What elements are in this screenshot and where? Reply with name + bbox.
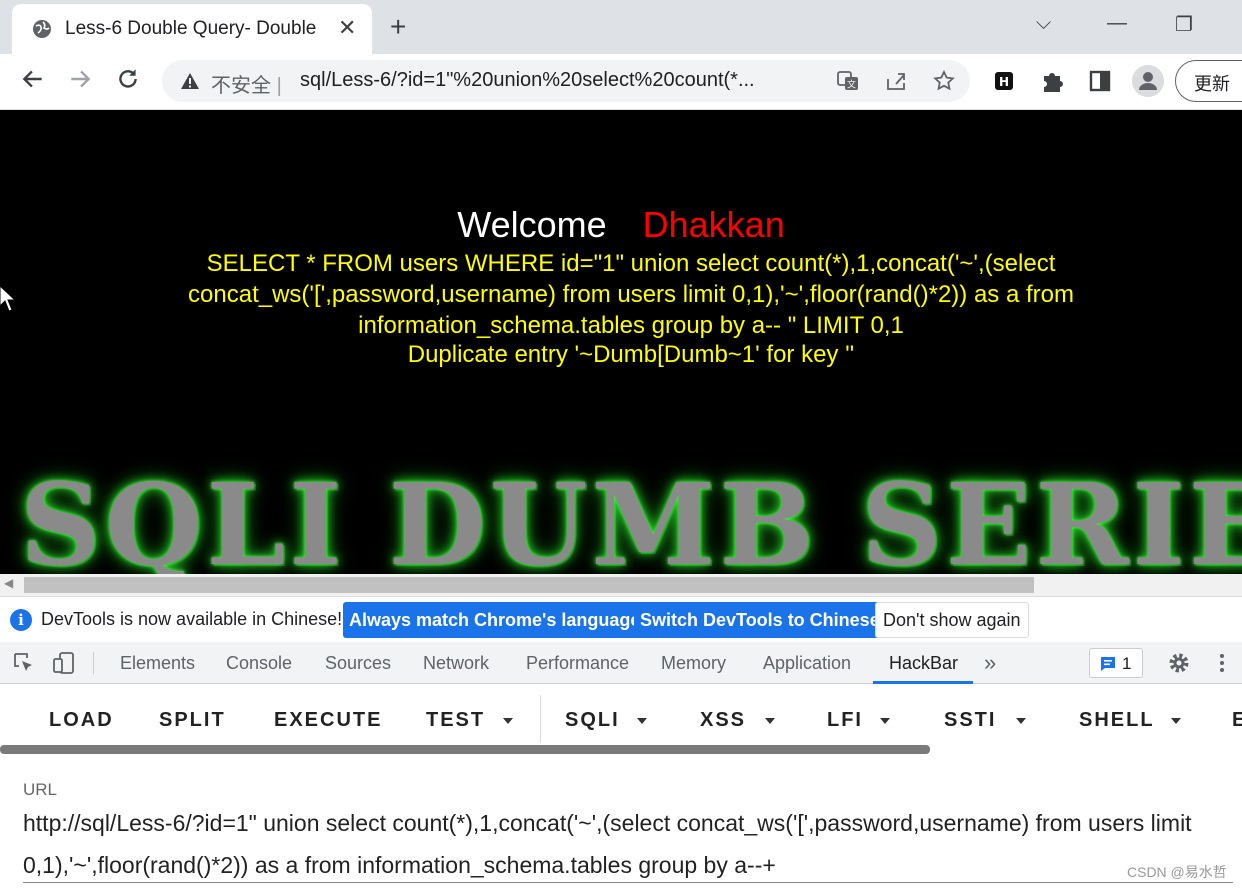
url-textarea[interactable]: http://sql/Less-6/?id=1" union select co… <box>23 802 1223 886</box>
devtools-language-infobar: i DevTools is now available in Chinese! … <box>0 596 1242 642</box>
scrollbar-thumb[interactable] <box>24 577 1034 593</box>
reload-icon[interactable] <box>115 66 141 92</box>
security-label-text: 不安全 <box>211 75 271 97</box>
switch-to-chinese-button[interactable]: Switch DevTools to Chinese <box>634 602 886 638</box>
toolbar-divider <box>540 695 541 743</box>
always-match-language-button[interactable]: Always match Chrome's language <box>343 602 647 638</box>
side-panel-icon[interactable] <box>1086 67 1114 95</box>
translate-icon[interactable]: 文 <box>836 69 860 93</box>
lfi-dropdown[interactable]: LFI <box>827 709 863 732</box>
forward-icon[interactable] <box>67 66 93 92</box>
new-tab-button[interactable]: + <box>390 12 406 42</box>
toolbar-divider <box>93 652 94 674</box>
kebab-menu-icon[interactable] <box>1210 651 1234 675</box>
url-field-underline <box>23 882 1233 883</box>
hackbar-url-panel: URL http://sql/Less-6/?id=1" union selec… <box>0 754 1242 889</box>
welcome-heading: Welcome Dhakkan <box>0 204 1242 246</box>
browser-toolbar: 不安全 | sql/Less-6/?id=1"%20union%20select… <box>0 54 1242 110</box>
browser-tab[interactable]: Less-6 Double Query- Double ✕ <box>12 4 372 54</box>
csdn-watermark: CSDN @易水哲 <box>1127 864 1227 880</box>
sqli-dropdown[interactable]: SQLI <box>565 709 620 732</box>
more-tabs-icon[interactable]: » <box>984 650 996 676</box>
device-toolbar-icon[interactable] <box>52 651 76 675</box>
hackbar-horizontal-scrollbar[interactable] <box>0 745 930 754</box>
chevron-down-icon <box>1171 718 1181 724</box>
sql-error-text: Duplicate entry '~Dumb[Dumb~1' for key '… <box>407 341 855 368</box>
tab-network[interactable]: Network <box>423 653 489 674</box>
ssti-dropdown[interactable]: SSTI <box>944 709 996 732</box>
issues-count: 1 <box>1122 654 1132 673</box>
devtools-tab-bar: Elements Console Sources Network Perform… <box>0 642 1242 684</box>
browser-window: Less-6 Double Query- Double ✕ + ⌵ — ❐ 不安… <box>0 0 1242 889</box>
hackbar-toolbar: LOAD SPLIT EXECUTE TEST SQLI XSS LFI SST… <box>0 685 1242 749</box>
mouse-cursor-icon <box>0 286 17 312</box>
tab-console[interactable]: Console <box>226 653 292 674</box>
restore-icon[interactable]: ❐ <box>1175 12 1193 37</box>
chevron-down-icon <box>1016 718 1026 724</box>
active-tab-indicator <box>873 681 973 684</box>
execute-button[interactable]: EXECUTE <box>274 709 382 732</box>
security-label[interactable]: 不安全 | <box>211 69 282 98</box>
url-field-label: URL <box>23 780 58 799</box>
tab-sources[interactable]: Sources <box>325 653 391 674</box>
minimize-icon[interactable]: — <box>1107 12 1127 35</box>
dont-show-again-button[interactable]: Don't show again <box>875 602 1029 638</box>
sqli-dumb-series-banner: SQLI DUMB SERIES <box>20 460 1242 575</box>
inspect-element-icon[interactable] <box>12 651 36 675</box>
gear-icon[interactable] <box>1167 651 1191 675</box>
tab-application[interactable]: Application <box>763 653 851 674</box>
tab-memory[interactable]: Memory <box>661 653 726 674</box>
svg-text:H: H <box>999 75 1009 89</box>
page-horizontal-scrollbar[interactable]: ◀ <box>0 574 1242 596</box>
globe-icon <box>33 20 51 38</box>
scroll-left-icon[interactable]: ◀ <box>4 576 13 590</box>
star-icon[interactable] <box>932 69 956 93</box>
info-icon: i <box>10 609 32 631</box>
puzzle-icon[interactable] <box>1038 67 1066 95</box>
tab-strip: Less-6 Double Query- Double ✕ + ⌵ — ❐ <box>0 0 1242 54</box>
test-dropdown[interactable]: TEST <box>426 709 485 732</box>
hackbar-extension-icon[interactable]: H <box>990 67 1018 95</box>
share-icon[interactable] <box>884 69 908 93</box>
warning-icon[interactable] <box>180 71 200 91</box>
tab-search-icon[interactable]: ⌵ <box>1036 12 1051 35</box>
profile-avatar[interactable] <box>1132 65 1164 97</box>
tab-elements[interactable]: Elements <box>120 653 195 674</box>
message-icon <box>1101 657 1115 671</box>
address-bar[interactable]: 不安全 | sql/Less-6/?id=1"%20union%20select… <box>162 60 970 102</box>
back-icon[interactable] <box>20 66 46 92</box>
close-tab-icon[interactable]: ✕ <box>338 15 356 41</box>
chevron-down-icon <box>637 718 647 724</box>
load-button[interactable]: LOAD <box>49 709 114 732</box>
shell-dropdown[interactable]: SHELL <box>1079 709 1155 732</box>
issues-badge[interactable]: 1 <box>1089 648 1143 678</box>
split-button[interactable]: SPLIT <box>159 709 226 732</box>
page-content: Welcome Dhakkan SELECT * FROM users WHERE… <box>0 110 1242 574</box>
chevron-down-icon <box>765 718 775 724</box>
welcome-text: Welcome <box>457 204 607 245</box>
infobar-message: DevTools is now available in Chinese! <box>41 609 343 629</box>
url-text[interactable]: sql/Less-6/?id=1"%20union%20select%20cou… <box>300 69 820 92</box>
update-button[interactable]: 更新 <box>1175 60 1242 102</box>
sql-query-text: SELECT * FROM users WHERE id="1" union s… <box>188 250 1074 339</box>
chevron-down-icon <box>880 718 890 724</box>
xss-dropdown[interactable]: XSS <box>700 709 746 732</box>
welcome-name: Dhakkan <box>642 204 785 245</box>
tab-title: Less-6 Double Query- Double <box>65 18 317 39</box>
tab-hackbar[interactable]: HackBar <box>889 653 958 674</box>
chevron-down-icon <box>503 718 513 724</box>
encoding-dropdown[interactable]: E <box>1232 709 1242 732</box>
svg-text:文: 文 <box>847 79 856 91</box>
tab-performance[interactable]: Performance <box>526 653 629 674</box>
